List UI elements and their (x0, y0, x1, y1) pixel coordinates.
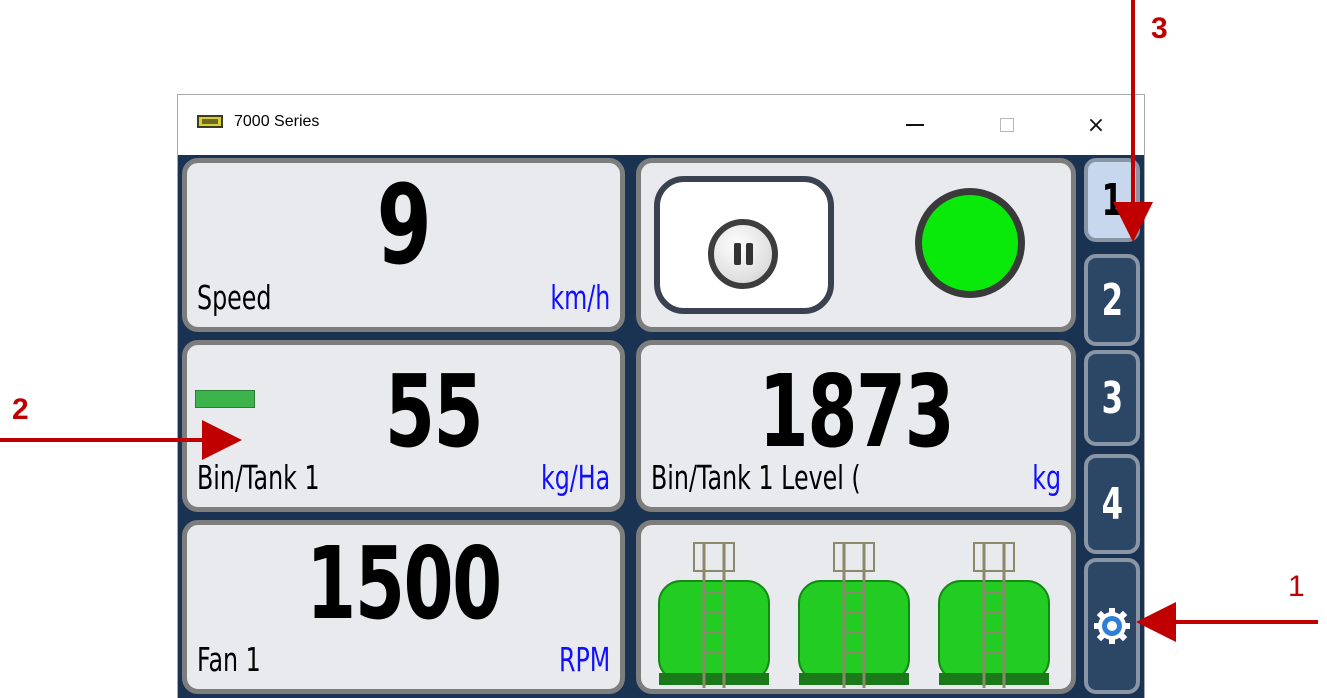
tab-label: 1 (1101, 174, 1123, 226)
tab-4[interactable]: 4 (1084, 454, 1140, 554)
level-value: 1873 (758, 353, 955, 470)
rate-label: Bin/Tank 1 (197, 458, 320, 497)
tanks-panel[interactable] (636, 520, 1076, 694)
level-label: Bin/Tank 1 Level ( (651, 458, 861, 497)
tank-icon (938, 542, 1050, 688)
level-unit: kg (1032, 458, 1061, 497)
tab-label: 3 (1101, 372, 1123, 424)
minimize-icon (906, 124, 924, 126)
pause-icon (708, 219, 778, 289)
tank-icon (658, 542, 770, 688)
title-bar: 7000 Series × (178, 95, 1144, 155)
maximize-icon (1000, 118, 1014, 132)
tab-3[interactable]: 3 (1084, 350, 1140, 446)
speed-panel[interactable]: 9 Speed km/h (182, 158, 625, 332)
fan-value: 1500 (306, 525, 502, 642)
settings-tab[interactable] (1084, 558, 1140, 694)
annotation-label: 3 (1151, 12, 1168, 45)
annotation-label: 1 (1288, 570, 1305, 603)
annotation-label: 2 (12, 393, 29, 426)
gear-icon (1094, 608, 1130, 644)
maximize-button[interactable] (984, 95, 1030, 155)
tab-2[interactable]: 2 (1084, 254, 1140, 346)
status-light-icon (915, 188, 1025, 298)
fan-unit: RPM (558, 640, 610, 679)
fan-panel[interactable]: 1500 Fan 1 RPM (182, 520, 625, 694)
application-rate-panel[interactable]: 55 Bin/Tank 1 kg/Ha (182, 340, 625, 512)
speed-value: 9 (376, 161, 432, 289)
close-button[interactable]: × (1073, 95, 1119, 155)
minimize-button[interactable] (892, 95, 938, 155)
rate-indicator (195, 390, 255, 408)
app-window: 7000 Series × 9 Speed km/h 55 Bin/Tank 1… (178, 95, 1144, 698)
window-title: 7000 Series (234, 113, 320, 130)
tab-label: 4 (1101, 478, 1123, 530)
tank-icon (798, 542, 910, 688)
bin-level-panel[interactable]: 1873 Bin/Tank 1 Level ( kg (636, 340, 1076, 512)
pause-button[interactable] (654, 176, 834, 314)
tab-label: 2 (1101, 274, 1123, 326)
speed-unit: km/h (550, 278, 610, 317)
device-icon (197, 115, 223, 128)
rate-unit: kg/Ha (540, 458, 610, 497)
tab-1[interactable]: 1 (1084, 158, 1140, 242)
fan-label: Fan 1 (197, 640, 261, 679)
speed-label: Speed (197, 278, 272, 317)
control-panel (636, 158, 1076, 332)
rate-value: 55 (384, 353, 484, 470)
